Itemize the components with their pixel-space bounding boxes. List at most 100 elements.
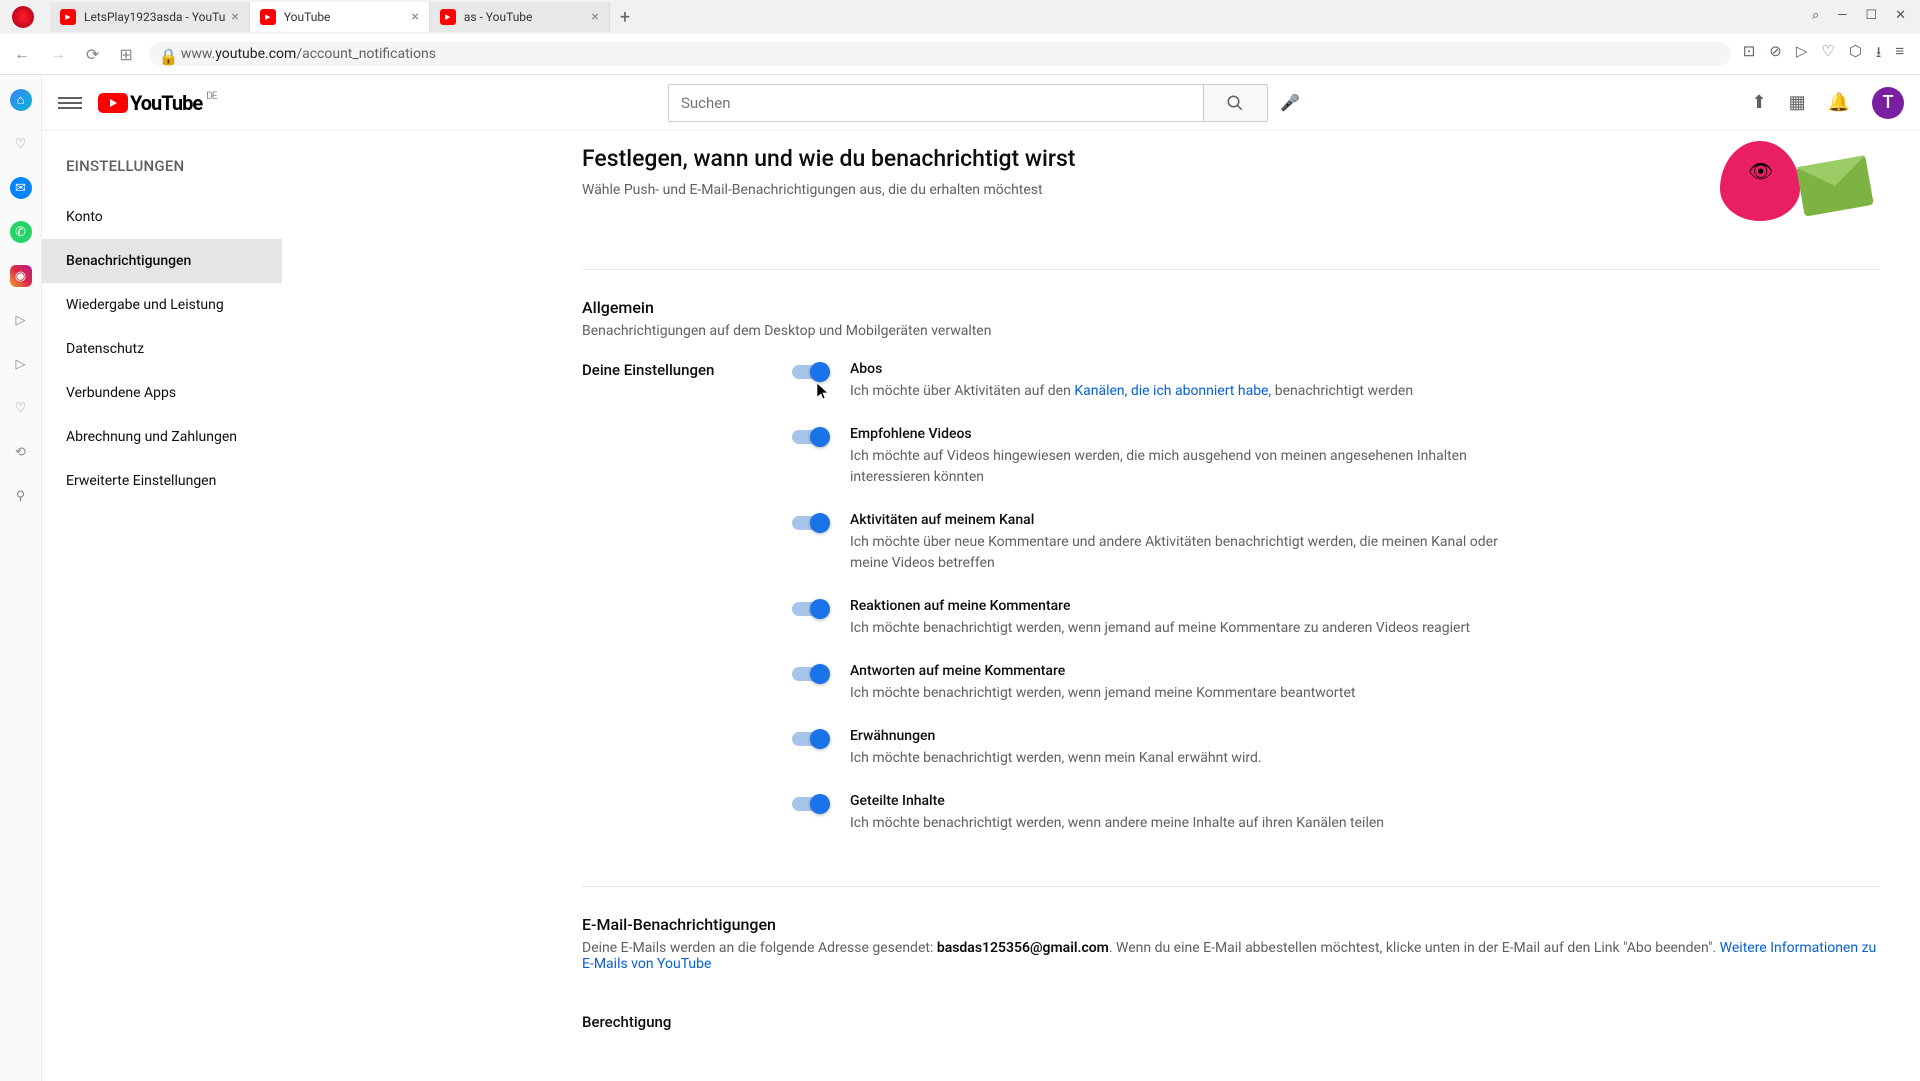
logo-text: YouTube bbox=[130, 91, 202, 115]
send-icon[interactable]: ▷ bbox=[1796, 42, 1808, 67]
toggle-switch[interactable] bbox=[792, 667, 828, 681]
channels-link[interactable]: Kanälen, die ich abonniert habe bbox=[1074, 383, 1268, 399]
new-tab-button[interactable]: + bbox=[610, 7, 640, 28]
toggle-row: Antworten auf meine Kommentare Ich möchte… bbox=[792, 663, 1532, 704]
toggle-row: Reaktionen auf meine Kommentare Ich möcht… bbox=[792, 598, 1532, 639]
maximize-icon[interactable]: ☐ bbox=[1865, 8, 1877, 23]
page-title: Festlegen, wann und wie du benachrichtig… bbox=[582, 145, 1700, 172]
toggle-switch[interactable] bbox=[792, 516, 828, 530]
player-icon[interactable]: ▷ bbox=[10, 353, 32, 375]
history-icon[interactable]: ⟲ bbox=[10, 441, 32, 463]
hero-illustration bbox=[1700, 131, 1880, 241]
permission-label: Berechtigung bbox=[582, 1013, 1880, 1031]
window-controls: ⌕ — ☐ ✕ bbox=[1798, 0, 1920, 31]
sidebar-item-notifications[interactable]: Benachrichtigungen bbox=[42, 239, 282, 283]
menu-icon[interactable]: ≡ bbox=[1895, 42, 1904, 67]
browser-tab[interactable]: YouTube × bbox=[250, 2, 430, 32]
address-bar: ← → ⟳ ⊞ 🔒 www.youtube.com/account_notifi… bbox=[0, 34, 1920, 74]
download-icon[interactable]: ⭳ bbox=[1876, 42, 1881, 67]
toggle-switch[interactable] bbox=[792, 365, 828, 379]
browser-chrome: LetsPlay1923asda - YouTu × YouTube × as … bbox=[0, 0, 1920, 75]
toggle-description: Ich möchte auf Videos hingewiesen werden… bbox=[850, 446, 1532, 488]
close-icon[interactable]: × bbox=[591, 9, 598, 25]
sidebar-item-advanced[interactable]: Erweiterte Einstellungen bbox=[42, 459, 282, 503]
section-subtitle: Benachrichtigungen auf dem Desktop und M… bbox=[582, 323, 1880, 339]
toggle-switch[interactable] bbox=[792, 797, 828, 811]
avatar[interactable]: T bbox=[1872, 87, 1904, 119]
toggle-row: Aktivitäten auf meinem Kanal Ich möchte ü… bbox=[792, 512, 1532, 574]
toggle-description: Ich möchte benachrichtigt werden, wenn j… bbox=[850, 618, 1470, 639]
toggle-title: Aktivitäten auf meinem Kanal bbox=[850, 512, 1532, 528]
browser-tab[interactable]: LetsPlay1923asda - YouTu × bbox=[50, 2, 250, 32]
cube-icon[interactable]: ⬡ bbox=[1849, 42, 1862, 67]
toggle-row: Geteilte InhalteIch möchte benachrichtig… bbox=[792, 793, 1532, 834]
lock-icon: 🔒 bbox=[159, 47, 173, 61]
location-icon[interactable]: ⚲ bbox=[10, 485, 32, 507]
upload-icon[interactable]: ⬆ bbox=[1751, 92, 1766, 113]
toggle-description: Ich möchte benachrichtigt werden, wenn m… bbox=[850, 748, 1262, 769]
close-window-icon[interactable]: ✕ bbox=[1895, 8, 1906, 23]
close-icon[interactable]: × bbox=[411, 9, 418, 25]
heart-icon[interactable]: ♡ bbox=[1821, 42, 1834, 67]
sidebar-title: EINSTELLUNGEN bbox=[42, 141, 282, 195]
sidebar-item-billing[interactable]: Abrechnung und Zahlungen bbox=[42, 415, 282, 459]
back-icon[interactable]: ← bbox=[10, 42, 34, 66]
sidebar-item-privacy[interactable]: Datenschutz bbox=[42, 327, 282, 371]
url-text: www.youtube.com/account_notifications bbox=[181, 46, 436, 62]
tab-title: LetsPlay1923asda - YouTu bbox=[84, 10, 225, 24]
hamburger-icon[interactable] bbox=[58, 91, 82, 115]
toggle-switch[interactable] bbox=[792, 602, 828, 616]
reload-icon[interactable]: ⟳ bbox=[82, 43, 103, 66]
apps-icon[interactable]: ▦ bbox=[1789, 92, 1806, 113]
block-icon[interactable]: ⊘ bbox=[1769, 42, 1782, 67]
search-button[interactable] bbox=[1204, 84, 1268, 122]
tab-title: YouTube bbox=[284, 10, 406, 24]
toggle-switch[interactable] bbox=[792, 430, 828, 444]
opera-logo-icon[interactable] bbox=[12, 6, 34, 28]
search-icon[interactable]: ⌕ bbox=[1812, 8, 1819, 23]
bell-icon[interactable]: 🔔 bbox=[1828, 92, 1850, 113]
close-icon[interactable]: × bbox=[231, 9, 238, 25]
search-icon bbox=[1226, 94, 1244, 112]
toggle-title: Antworten auf meine Kommentare bbox=[850, 663, 1355, 679]
toggle-description: Ich möchte benachrichtigt werden, wenn j… bbox=[850, 683, 1355, 704]
mic-icon[interactable]: 🎤 bbox=[1280, 93, 1300, 112]
toggle-title: Reaktionen auf meine Kommentare bbox=[850, 598, 1470, 614]
search-input[interactable] bbox=[668, 84, 1204, 122]
home-icon[interactable]: ⌂ bbox=[10, 89, 32, 111]
settings-sidebar: EINSTELLUNGEN Konto Benachrichtigungen W… bbox=[42, 131, 282, 1081]
toggle-title: Erwähnungen bbox=[850, 728, 1262, 744]
sidebar-item-account[interactable]: Konto bbox=[42, 195, 282, 239]
tab-title: as - YouTube bbox=[464, 10, 586, 24]
instagram-icon[interactable]: ◉ bbox=[10, 265, 32, 287]
country-code: DE bbox=[206, 91, 216, 102]
youtube-app: YouTube DE 🎤 ⬆ ▦ 🔔 T EINS bbox=[42, 75, 1920, 1081]
grid-icon[interactable]: ⊞ bbox=[115, 43, 136, 66]
sidebar-item-connected-apps[interactable]: Verbundene Apps bbox=[42, 371, 282, 415]
url-field[interactable]: 🔒 www.youtube.com/account_notifications bbox=[149, 42, 1731, 66]
toggle-row: AbosIch möchte über Aktivitäten auf den … bbox=[792, 361, 1532, 402]
toggle-row: Erwähnungen Ich möchte benachrichtigt wer… bbox=[792, 728, 1532, 769]
youtube-logo[interactable]: YouTube DE bbox=[98, 91, 216, 115]
minimize-icon[interactable]: — bbox=[1837, 8, 1847, 23]
tab-bar: LetsPlay1923asda - YouTu × YouTube × as … bbox=[0, 0, 1920, 34]
email-description: Deine E-Mails werden an die folgende Adr… bbox=[582, 940, 1880, 972]
camera-icon[interactable]: ⊡ bbox=[1743, 42, 1756, 67]
toggle-title: Geteilte Inhalte bbox=[850, 793, 1384, 809]
toggle-row: Empfohlene VideosIch möchte auf Videos h… bbox=[792, 426, 1532, 488]
play-icon[interactable]: ▷ bbox=[10, 309, 32, 331]
whatsapp-icon[interactable]: ✆ bbox=[10, 221, 32, 243]
youtube-play-icon bbox=[98, 93, 128, 113]
youtube-favicon-icon bbox=[440, 9, 456, 25]
search-box bbox=[668, 84, 1268, 122]
heart2-icon[interactable]: ♡ bbox=[10, 397, 32, 419]
toggle-description: Ich möchte über neue Kommentare und ande… bbox=[850, 532, 1532, 574]
email-address: basdas125356@gmail.com bbox=[937, 940, 1109, 956]
youtube-header: YouTube DE 🎤 ⬆ ▦ 🔔 T bbox=[42, 75, 1920, 131]
browser-tab[interactable]: as - YouTube × bbox=[430, 2, 610, 32]
messenger-icon[interactable]: ✉ bbox=[10, 177, 32, 199]
sidebar-item-playback[interactable]: Wiedergabe und Leistung bbox=[42, 283, 282, 327]
toggle-switch[interactable] bbox=[792, 732, 828, 746]
section-title-general: Allgemein bbox=[582, 298, 1880, 317]
heart-icon[interactable]: ♡ bbox=[10, 133, 32, 155]
